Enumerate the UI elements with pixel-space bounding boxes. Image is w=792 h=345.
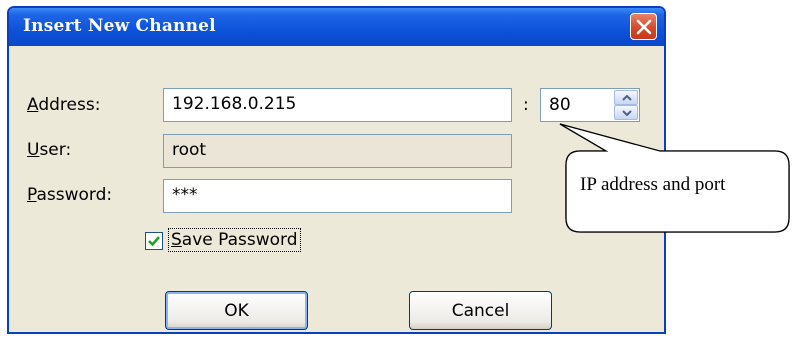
callout-text: IP address and port	[580, 174, 726, 195]
callout-bubble	[559, 123, 790, 233]
